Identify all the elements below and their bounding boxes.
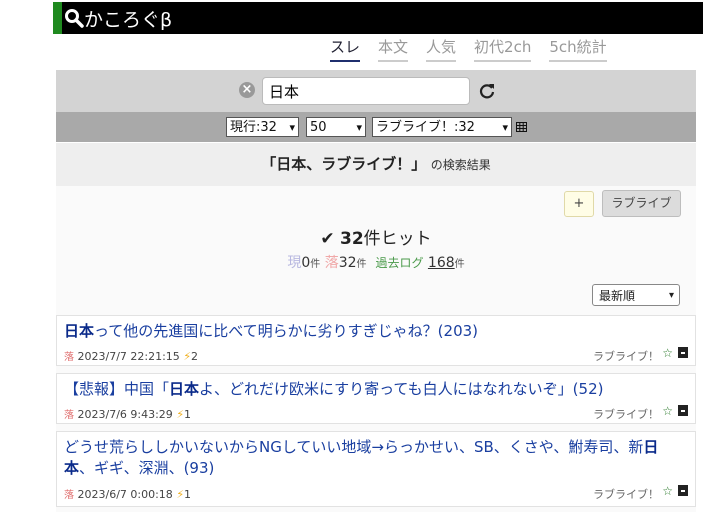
- thread-date: 2023/7/7 22:21:15: [77, 350, 180, 363]
- mode-select-value: 現行:32: [230, 120, 277, 135]
- sort-select-value: 最新順: [599, 289, 636, 303]
- thread-meta: 落 2023/6/7 0:00:18 ⚡1: [64, 486, 191, 501]
- fallen-unit: 件: [356, 259, 367, 270]
- tab-first-2ch[interactable]: 初代2ch: [474, 34, 532, 62]
- tab-thread[interactable]: スレ: [330, 34, 361, 62]
- bolt-icon: ⚡: [183, 350, 192, 363]
- chevron-down-icon: ▾: [289, 121, 295, 134]
- current-unit: 件: [310, 259, 321, 270]
- thread-board[interactable]: ラブライブ！: [593, 406, 659, 422]
- download-icon[interactable]: [678, 485, 688, 496]
- archive-label[interactable]: 過去ログ: [375, 256, 423, 270]
- add-tag-button[interactable]: +: [564, 191, 594, 217]
- app-header: かころぐβ: [53, 2, 703, 34]
- nav-tabs: スレ 本文 人気 初代2ch 5ch統計: [330, 34, 625, 62]
- app-title[interactable]: かころぐβ: [84, 5, 172, 32]
- sort-select[interactable]: 最新順 ▾: [592, 284, 680, 306]
- thread-date: 2023/7/6 9:43:29: [77, 408, 173, 421]
- fallen-count: 32: [338, 255, 357, 271]
- mode-select[interactable]: 現行:32 ▾: [226, 117, 299, 137]
- thread-title[interactable]: 【悲報】中国「日本よ、どれだけ欧米にすり寄っても白人にはなれないぞ」(52): [64, 379, 687, 400]
- thread-title-prefix: 【悲報】中国「: [64, 380, 170, 398]
- thread-title-prefix: どうせ荒らししかいないからNGしていい地域→らっかせい、SB、くさや、鮒寿司、新: [64, 438, 644, 456]
- refresh-icon[interactable]: [478, 82, 496, 100]
- status-badge: 落: [64, 410, 74, 421]
- thread-board[interactable]: ラブライブ！: [593, 486, 659, 502]
- search-bar: ×: [56, 70, 696, 112]
- thread-title-text: 、ギギ、深淵、(93): [79, 459, 215, 477]
- search-input[interactable]: [262, 77, 470, 105]
- download-icon[interactable]: [678, 405, 688, 416]
- archive-count[interactable]: 168: [428, 255, 455, 271]
- fallen-label: 落: [324, 255, 339, 271]
- thread-title-text: よ、どれだけ欧米にすり寄っても白人にはなれないぞ」(52): [199, 380, 604, 398]
- hit-count: ✔ 32件ヒット: [56, 224, 696, 249]
- bolt-icon: ⚡: [176, 488, 185, 501]
- status-badge: 落: [64, 490, 74, 501]
- bolt-icon: ⚡: [176, 408, 185, 421]
- thread-title-highlight: 日本: [64, 322, 95, 340]
- list-item[interactable]: 【悲報】中国「日本よ、どれだけ欧米にすり寄っても白人にはなれないぞ」(52) 落…: [56, 373, 696, 424]
- table-icon[interactable]: [516, 122, 527, 132]
- current-count: 0: [301, 255, 311, 271]
- chevron-down-icon: ▾: [356, 121, 362, 134]
- thread-speed: 2: [191, 350, 199, 363]
- thread-title-highlight: 日本: [169, 380, 200, 398]
- check-icon: ✔: [320, 229, 335, 249]
- thread-speed: 1: [184, 488, 192, 501]
- status-badge: 落: [64, 352, 74, 363]
- thread-date: 2023/6/7 0:00:18: [77, 488, 173, 501]
- star-icon[interactable]: ☆: [662, 404, 673, 418]
- result-query: 「日本、ラブライブ！」: [261, 155, 427, 173]
- search-icon[interactable]: [64, 8, 84, 28]
- list-item[interactable]: 日本って他の先進国に比べて明らかに劣りすぎじゃね？(203) 落 2023/7/…: [56, 315, 696, 366]
- tab-popular[interactable]: 人気: [426, 34, 457, 62]
- board-select[interactable]: ラブライブ！:32 ▾: [372, 117, 512, 137]
- chevron-down-icon: ▾: [502, 121, 508, 134]
- limit-select[interactable]: 50 ▾: [306, 117, 366, 137]
- list-item[interactable]: どうせ荒らししかいないからNGしていい地域→らっかせい、SB、くさや、鮒寿司、新…: [56, 431, 696, 507]
- tab-body[interactable]: 本文: [378, 34, 409, 62]
- star-icon[interactable]: ☆: [662, 346, 673, 360]
- star-icon[interactable]: ☆: [662, 484, 673, 498]
- chevron-down-icon: ▾: [668, 290, 674, 301]
- result-suffix: の検索結果: [430, 158, 491, 172]
- board-select-value: ラブライブ！:32: [376, 120, 475, 135]
- hit-number: 32: [339, 229, 364, 249]
- thread-meta: 落 2023/7/7 22:21:15 ⚡2: [64, 348, 198, 363]
- thread-title-text: って他の先進国に比べて明らかに劣りすぎじゃね？(203): [94, 322, 479, 340]
- thread-title[interactable]: どうせ荒らししかいないからNGしていい地域→らっかせい、SB、くさや、鮒寿司、新…: [64, 437, 687, 479]
- clear-icon[interactable]: ×: [239, 82, 255, 98]
- download-icon[interactable]: [678, 347, 688, 358]
- result-query-text: 日本、ラブライブ！: [276, 155, 412, 173]
- thread-speed: 1: [184, 408, 192, 421]
- thread-board[interactable]: ラブライブ！: [593, 348, 659, 364]
- tag-button[interactable]: ラブライブ: [602, 190, 681, 217]
- current-label: 現: [287, 255, 302, 271]
- count-summary: 現0件 落32件 過去ログ 168件: [56, 252, 696, 272]
- thread-meta: 落 2023/7/6 9:43:29 ⚡1: [64, 406, 191, 421]
- tab-5ch-stats[interactable]: 5ch統計: [549, 34, 607, 62]
- results-panel: + ラブライブ ✔ 32件ヒット 現0件 落32件 過去ログ 168件 最新順 ▾…: [56, 186, 696, 512]
- header-accent: [53, 2, 62, 34]
- filter-bar: 現行:32 ▾ 50 ▾ ラブライブ！:32 ▾: [56, 112, 696, 142]
- limit-select-value: 50: [310, 120, 327, 135]
- thread-title[interactable]: 日本って他の先進国に比べて明らかに劣りすぎじゃね？(203): [64, 321, 687, 342]
- result-heading: 「日本、ラブライブ！」 の検索結果: [56, 143, 696, 186]
- archive-unit: 件: [454, 259, 465, 270]
- hit-label: 件ヒット: [363, 229, 432, 249]
